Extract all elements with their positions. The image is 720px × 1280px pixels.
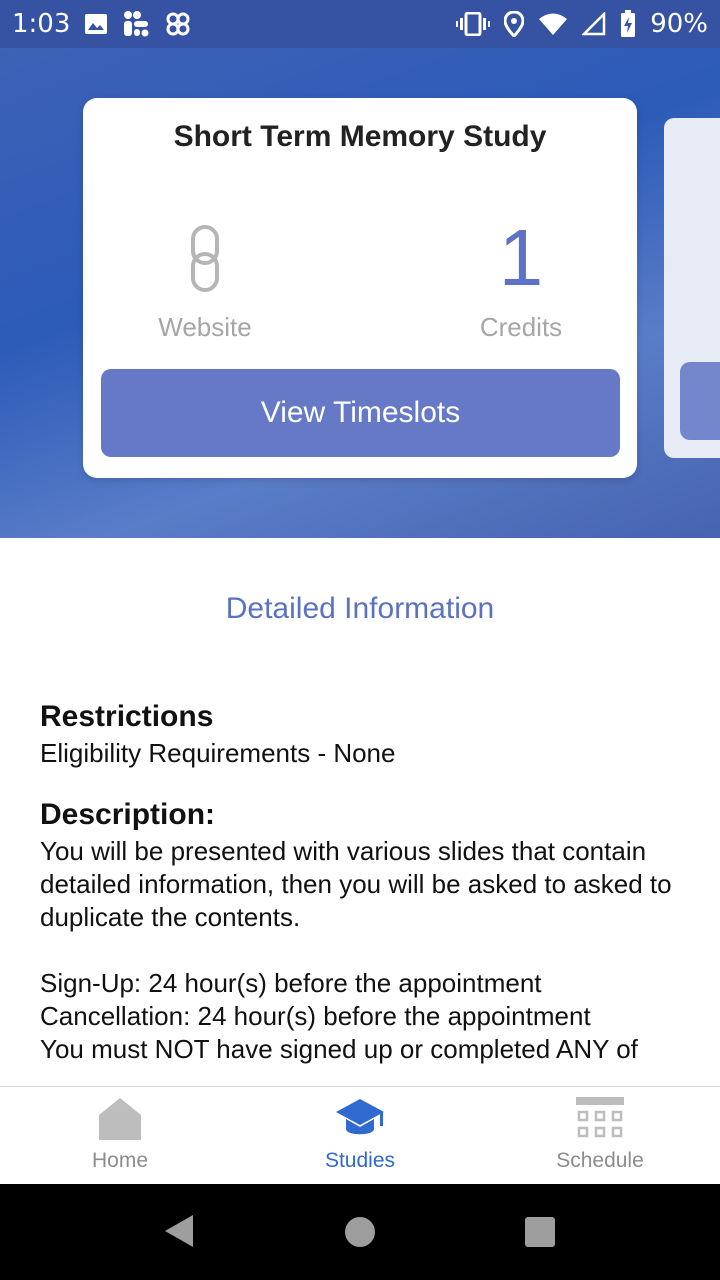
detailed-information-heading: Detailed Information: [225, 592, 495, 625]
location-icon: [504, 11, 525, 37]
back-icon[interactable]: [163, 1214, 195, 1248]
battery-icon: [620, 10, 636, 38]
vibrate-icon: [456, 12, 491, 36]
nav-studies-label: Studies: [324, 1149, 396, 1172]
home-circle-icon[interactable]: [344, 1216, 376, 1248]
restrictions-text: Eligibility Requirements - None: [40, 738, 396, 768]
nav-schedule[interactable]: Schedule: [480, 1087, 720, 1185]
credits-value: 1: [498, 213, 544, 302]
signal-icon: [582, 12, 606, 36]
signup-text: Sign-Up: 24 hour(s) before the appointme…: [40, 968, 542, 998]
study-title: Short Term Memory Study: [173, 120, 547, 153]
detail-content: Restrictions Eligibility Requirements - …: [40, 700, 690, 1085]
credits-label: Credits: [479, 312, 563, 342]
prerequisite-text: You must NOT have signed up or completed…: [40, 1034, 638, 1064]
description-title: Description:: [40, 798, 216, 831]
graduation-cap-icon: [336, 1099, 384, 1135]
restrictions-title: Restrictions: [40, 700, 214, 733]
credits-display: 1 Credits: [401, 208, 641, 343]
nav-schedule-label: Schedule: [556, 1149, 644, 1172]
home-icon: [99, 1098, 141, 1140]
battery-percent: 90%: [650, 9, 708, 39]
system-navigation-bar: [0, 1184, 720, 1280]
website-link[interactable]: Website: [85, 208, 325, 343]
image-icon: [84, 13, 108, 35]
status-time: 1:03: [12, 9, 71, 39]
recents-icon[interactable]: [524, 1216, 556, 1248]
nav-studies[interactable]: Studies: [240, 1087, 480, 1185]
status-left: 1:03: [12, 9, 192, 39]
wifi-icon: [538, 12, 568, 36]
pinwheel-icon: [164, 10, 192, 38]
cancellation-text: Cancellation: 24 hour(s) before the appo…: [40, 1001, 591, 1031]
nav-home[interactable]: Home: [0, 1087, 240, 1185]
bottom-navigation: Home Studies Schedule: [0, 1086, 720, 1185]
status-bar: 1:03 90%: [0, 0, 720, 48]
next-study-card[interactable]: [664, 118, 720, 458]
study-card: Short Term Memory Study Website 1 Credit…: [83, 98, 637, 478]
nav-home-label: Home: [91, 1149, 149, 1172]
next-card-button[interactable]: [680, 362, 720, 440]
fit-app-icon: [122, 10, 150, 38]
study-carousel[interactable]: Short Term Memory Study Website 1 Credit…: [0, 48, 720, 538]
link-icon: [191, 225, 219, 292]
description-text: You will be presented with various slide…: [40, 836, 672, 932]
website-label: Website: [158, 312, 252, 342]
view-timeslots-button[interactable]: View Timeslots: [101, 369, 620, 457]
calendar-grid-icon: [576, 1097, 624, 1138]
status-right: 90%: [456, 9, 708, 39]
